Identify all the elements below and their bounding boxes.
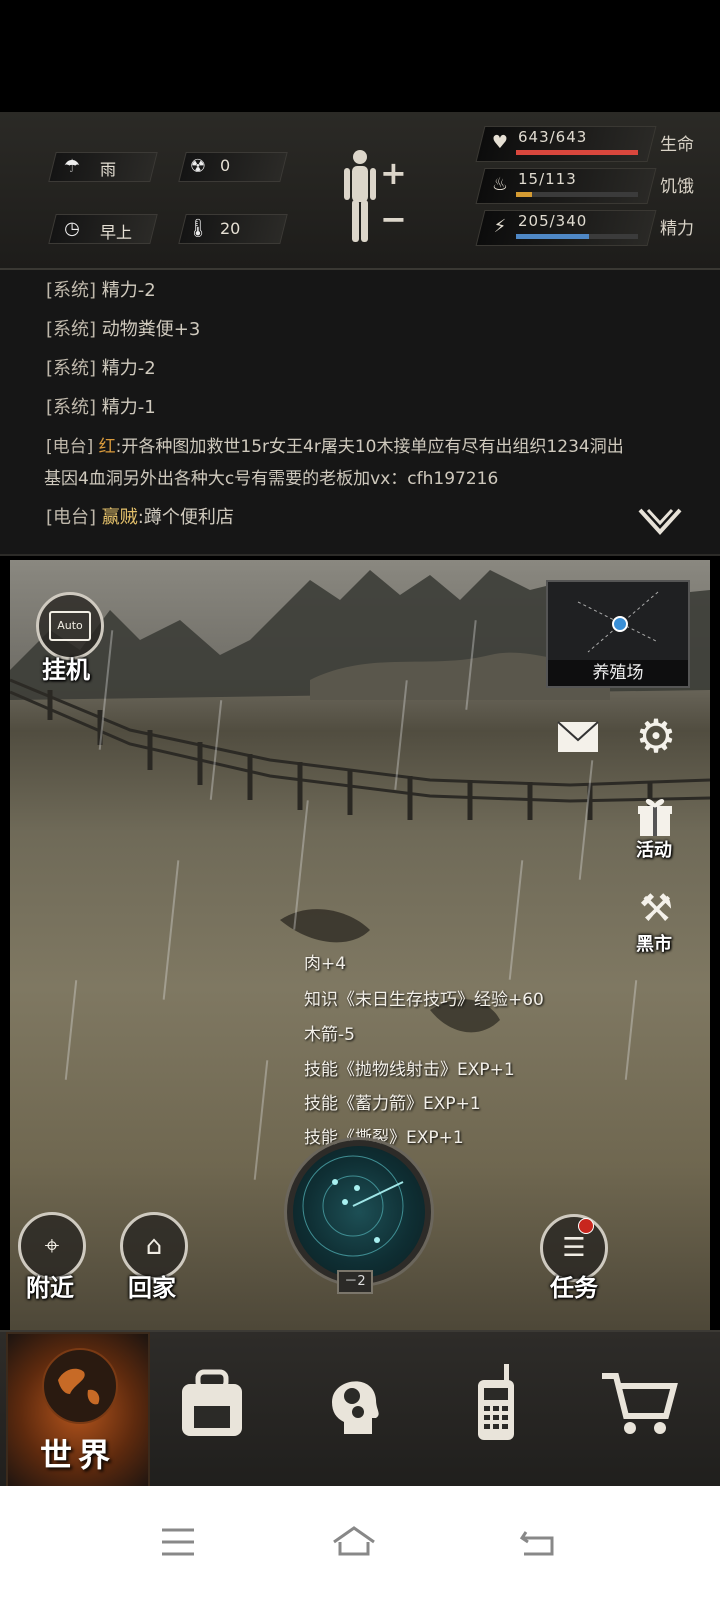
tab-world[interactable]: 世界 (6, 1332, 150, 1491)
bottom-nav: 世界 (0, 1330, 720, 1491)
fence (10, 678, 710, 820)
black-market-label[interactable]: 黑市 (636, 930, 672, 956)
body-plus-button[interactable]: + (380, 154, 407, 192)
log-line: [电台] 赢贼:蹲个便利店 (46, 507, 234, 528)
radiation-value: 0 (220, 156, 231, 175)
hunger-stat: ♨ 15/113 饥饿 (475, 168, 710, 204)
radar-icon (302, 1155, 404, 1257)
log-line: [系统] 精力-2 (46, 280, 156, 301)
health-label: 生命 (660, 135, 694, 155)
nearby-label: 附近 (26, 1274, 74, 1302)
energy-stat: ⚡ 205/340 精力 (475, 210, 710, 246)
skills-head-icon (314, 1362, 394, 1442)
reward-message: 技能《蓄力箭》EXP+1 (304, 1094, 481, 1114)
radiation-icon: ☢ (189, 155, 207, 177)
task-list-icon: ☰ (562, 1233, 586, 1263)
tasks-label: 任务 (550, 1274, 598, 1302)
log-line: [系统] 精力-2 (46, 358, 156, 379)
rain-cloud-icon: ☂ (63, 155, 81, 177)
health-bar-fill (516, 150, 638, 155)
chevron-down-icon[interactable] (638, 506, 682, 540)
weather-label: 雨 (100, 160, 117, 179)
location-name: 养殖场 (548, 660, 688, 686)
body-minus-button[interactable]: − (380, 200, 407, 238)
location-pin-icon: ⌖ (44, 1230, 60, 1261)
message-log[interactable]: [系统] 精力-2 [系统] 动物粪便+3 [系统] 精力-2 [系统] 精力-… (0, 270, 720, 556)
radar-level: －2 (337, 1270, 373, 1294)
tab-backpack[interactable] (142, 1332, 282, 1487)
stomach-icon: ♨ (491, 174, 509, 195)
tab-shop[interactable] (568, 1332, 708, 1487)
radar[interactable] (287, 1140, 431, 1284)
heart-icon: ♥ (491, 132, 509, 153)
hunger-bar (516, 192, 638, 197)
body-figure-icon[interactable] (340, 148, 380, 244)
backpack-icon (172, 1362, 252, 1442)
time-label: 早上 (100, 223, 133, 242)
clock-icon: ◷ (64, 217, 80, 239)
radio-icon (456, 1362, 536, 1442)
tab-world-label: 世界 (39, 1436, 116, 1474)
reward-message: 技能《抛物线射击》EXP+1 (304, 1060, 515, 1080)
health-value: 643/643 (518, 128, 588, 146)
cart-icon (598, 1362, 678, 1442)
gear-icon[interactable]: ⚙ (632, 712, 680, 760)
log-line: [系统] 动物粪便+3 (46, 319, 201, 340)
reward-message: 木箭-5 (304, 1025, 355, 1045)
health-bar (516, 150, 638, 155)
home-label: 回家 (128, 1274, 176, 1302)
log-line: [电台] 红:开各种图加救世15r女王4r屠夫10木接单应有尽有出组织1234洞… (46, 437, 624, 457)
back-icon[interactable] (516, 1522, 564, 1562)
gavel-icon[interactable]: ⚒ (634, 886, 678, 930)
reward-message: 肉+4 (304, 954, 347, 974)
monitor-icon: Auto (49, 611, 91, 641)
energy-value: 205/340 (518, 212, 588, 230)
lightning-icon: ⚡ (493, 216, 507, 237)
mail-icon[interactable] (556, 720, 600, 754)
log-line-continued: 基因4血洞另外出各种大c号有需要的老板加vx：cfh197216 (44, 469, 499, 489)
hunger-bar-fill (516, 192, 532, 197)
notification-dot (578, 1218, 594, 1234)
energy-label: 精力 (660, 219, 694, 239)
home-icon[interactable] (330, 1522, 378, 1562)
gift-icon[interactable] (634, 796, 676, 838)
tab-radio[interactable] (426, 1332, 566, 1487)
idle-label: 挂机 (42, 656, 90, 684)
temperature-value: 20 (220, 219, 241, 238)
map-route-icon (577, 591, 659, 653)
house-icon: ⌂ (145, 1231, 163, 1261)
thermometer-icon: 🌡 (186, 217, 210, 239)
log-line: [系统] 精力-1 (46, 397, 156, 418)
activity-label[interactable]: 活动 (636, 836, 672, 862)
health-stat: ♥ 643/643 生命 (475, 126, 710, 162)
menu-icon[interactable] (156, 1522, 204, 1562)
energy-bar-fill (516, 234, 590, 239)
tab-skills[interactable] (284, 1332, 424, 1487)
status-panel: ☂ 雨 ☢ 0 ◷ 早上 🌡 20 + − ♥ 643/643 生命 ♨ 15/… (0, 112, 720, 270)
hunger-label: 饥饿 (660, 177, 694, 197)
system-nav-bar (0, 1486, 720, 1600)
globe-icon (42, 1348, 118, 1424)
hunger-value: 15/113 (518, 170, 577, 188)
reward-message: 知识《末日生存技巧》经验+60 (304, 990, 544, 1010)
energy-bar (516, 234, 638, 239)
minimap[interactable]: 养殖场 (546, 580, 690, 688)
